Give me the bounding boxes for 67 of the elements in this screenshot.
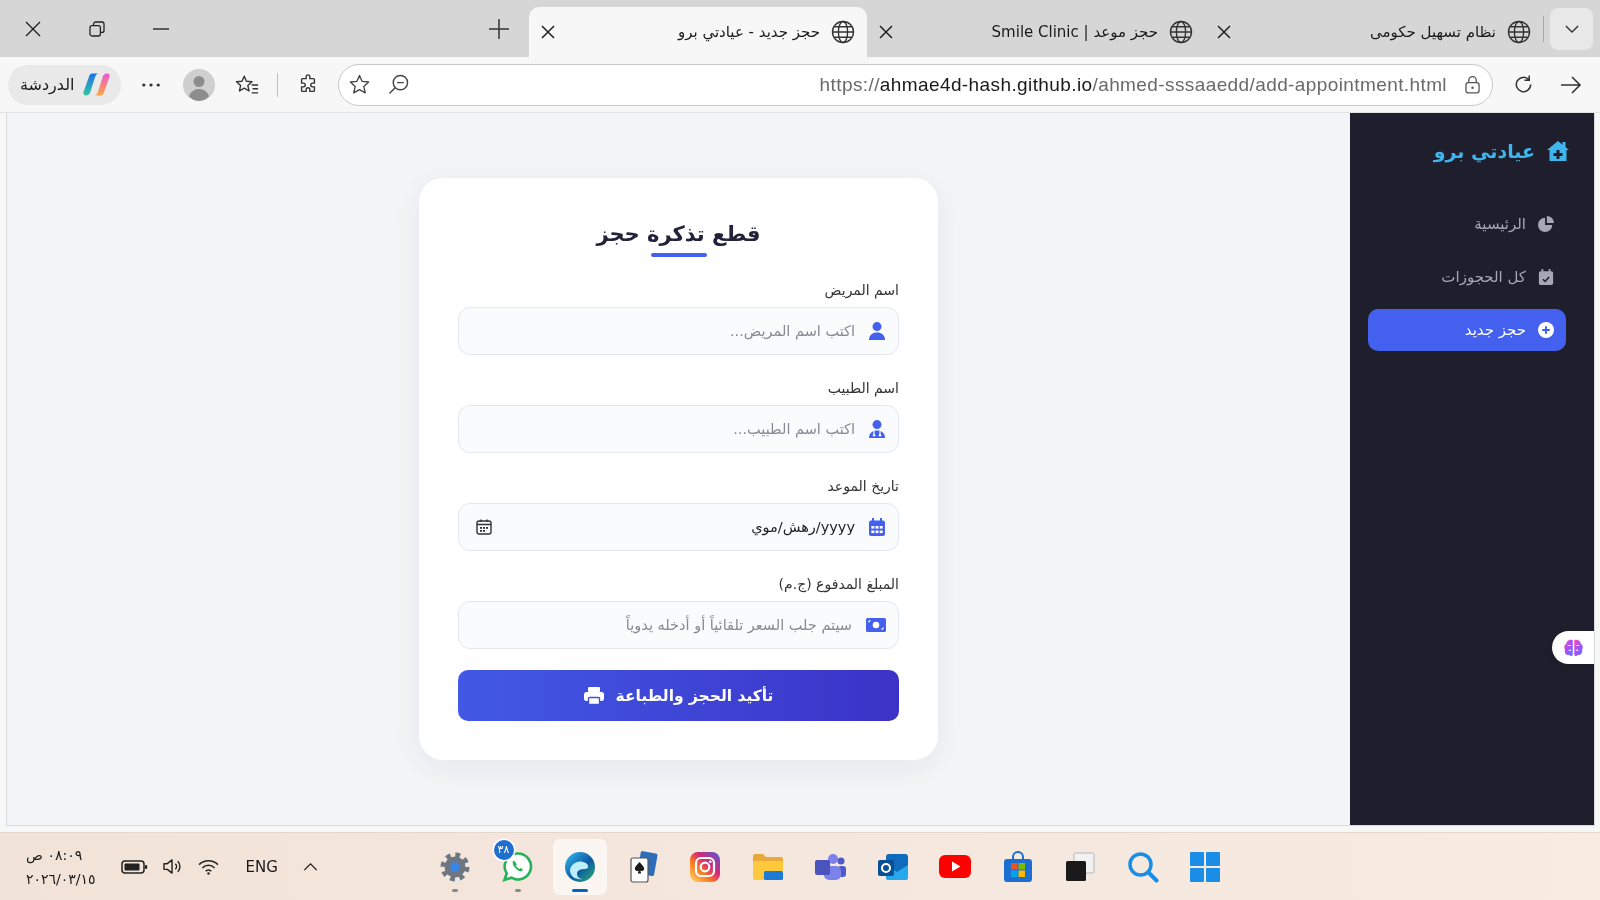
brand-name: عيادتي برو — [1433, 140, 1535, 162]
calendar-check-icon — [1538, 269, 1554, 285]
folder-icon — [751, 852, 784, 881]
notification-badge: ٣٨ — [493, 839, 514, 860]
field-label: اسم المريض — [823, 281, 899, 300]
plus-circle-icon — [1538, 322, 1554, 338]
star-icon[interactable] — [348, 74, 370, 95]
date-input[interactable]: yyyy/رهش/موي — [458, 503, 899, 551]
nav-link[interactable]: الرئيسية — [1368, 203, 1566, 245]
brain-icon — [1562, 638, 1584, 657]
chat-button[interactable]: الدردشة — [8, 64, 121, 105]
user-icon — [869, 322, 885, 340]
form-title: قطع تذكرة حجز — [594, 221, 762, 248]
house-plus-icon — [1546, 140, 1570, 162]
browser-tab[interactable]: حجز موعد | Smile Clinic — [867, 7, 1205, 57]
globe-icon — [1169, 20, 1193, 44]
taskbar-button[interactable]: ٣٨ — [491, 839, 544, 894]
settings-icon — [439, 850, 471, 883]
camera-icon — [689, 850, 721, 883]
clock-date: ٢٠٢٦/٠٣/١٥ — [26, 869, 96, 889]
star-list-icon[interactable] — [234, 73, 259, 96]
zoom-out-icon[interactable] — [387, 74, 409, 95]
volume-icon[interactable] — [161, 858, 183, 875]
chevron-up-icon[interactable] — [302, 862, 318, 871]
ribbon-logo-icon — [82, 71, 110, 98]
close-icon[interactable] — [25, 20, 41, 37]
video-play-icon — [939, 855, 971, 878]
four-squares-icon — [1189, 850, 1221, 883]
field-label: تاريخ الموعد — [826, 477, 899, 496]
calendar-icon — [869, 518, 885, 536]
field-label: المبلغ المدفوع (ج.م) — [777, 575, 899, 594]
swirl-icon — [564, 850, 596, 883]
printer-icon — [583, 686, 604, 705]
restore-icon[interactable] — [89, 20, 105, 37]
browser-tab[interactable]: نظام تسهيل حكومى — [1205, 7, 1543, 57]
globe-icon — [1507, 20, 1531, 44]
store-bag-icon — [1001, 850, 1034, 883]
clock-time: ٠٨:٠٩ ص — [26, 845, 83, 866]
avatar-icon[interactable] — [182, 68, 215, 101]
right-arrow-icon[interactable] — [1560, 75, 1582, 94]
new-tab-icon[interactable] — [489, 19, 509, 39]
nav-link[interactable]: حجز جديد — [1368, 309, 1566, 351]
language-label[interactable]: ENG — [245, 857, 278, 876]
brain-assistant-button[interactable] — [1552, 631, 1594, 664]
stacked-squares-icon — [1064, 850, 1096, 883]
banknote-icon — [866, 618, 886, 632]
field-label: اسم الطبيب — [826, 379, 899, 398]
close-icon[interactable] — [879, 25, 893, 39]
url-text: https://ahmae4d-hash.github.io/ahmed-sssaaedd/add-appointment.html — [819, 73, 1447, 96]
more-dots-icon[interactable] — [141, 82, 160, 87]
minimize-icon[interactable] — [153, 27, 169, 30]
close-icon[interactable] — [1217, 25, 1231, 39]
confirm-print-button[interactable]: تأكيد الحجز والطباعة — [458, 670, 899, 721]
calendar-outline-icon[interactable] — [476, 519, 492, 535]
nav-link[interactable]: كل الحجوزات — [1368, 256, 1566, 298]
pie-chart-icon — [1538, 216, 1554, 232]
search-icon — [1126, 850, 1159, 883]
lock-icon[interactable] — [1465, 75, 1480, 94]
wifi-icon[interactable] — [197, 858, 219, 875]
chevron-down-icon — [1564, 25, 1579, 33]
doctor-icon — [869, 420, 885, 438]
battery-icon[interactable] — [120, 857, 148, 876]
browser-tab[interactable]: حجز جديد - عيادتي برو — [529, 7, 867, 57]
address-bar[interactable]: https://ahmae4d-hash.github.io/ahmed-sssaaedd/add-appointment.html — [337, 63, 1493, 106]
title-underline — [650, 253, 707, 257]
globe-icon — [831, 20, 855, 44]
close-icon[interactable] — [541, 25, 555, 39]
